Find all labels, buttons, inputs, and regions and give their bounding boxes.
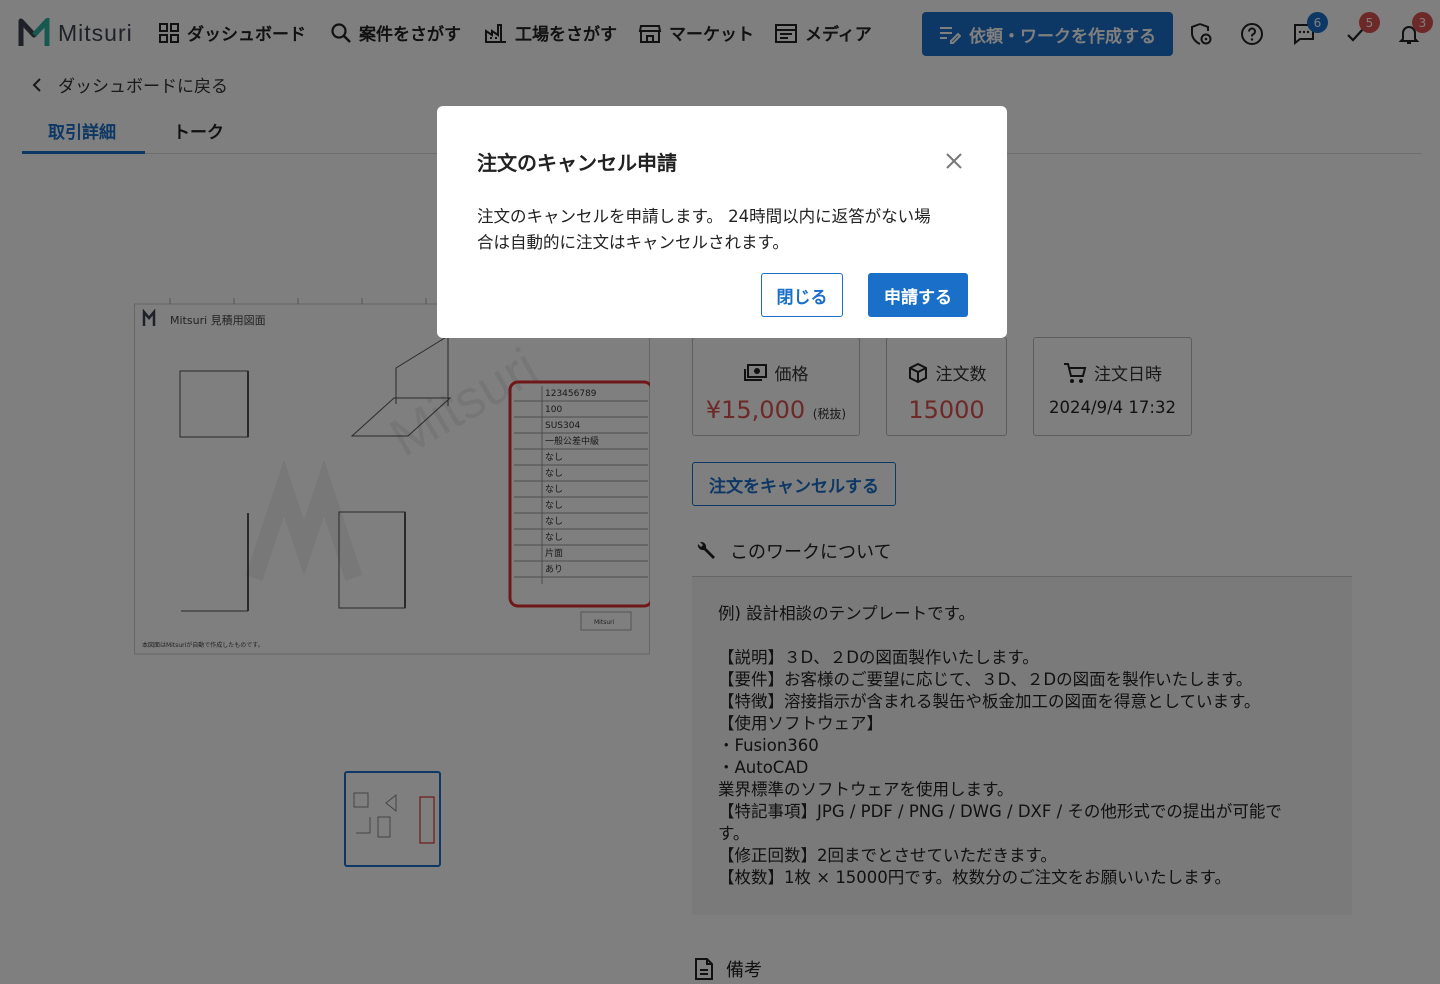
page: Mitsuri ダッシュボード 案件をさがす 工場をさがす マーケット メディア… (0, 0, 1440, 984)
dialog-cancel-button[interactable]: 閉じる (761, 273, 843, 317)
dialog-title: 注文のキャンセル申請 (477, 151, 677, 175)
dialog-submit-button[interactable]: 申請する (868, 273, 968, 317)
cancel-request-dialog: 注文のキャンセル申請 注文のキャンセルを申請します。 24時間以内に返答がない場… (437, 106, 1007, 338)
dialog-message-line-1: 注文のキャンセルを申請します。 24時間以内に返答がない場 (477, 207, 931, 226)
dialog-message-line-2: 合は自動的に注文はキャンセルされます。 (477, 233, 789, 252)
close-icon (946, 153, 962, 169)
dialog-close-button[interactable] (943, 150, 965, 172)
dialog-message: 注文のキャンセルを申請します。 24時間以内に返答がない場 合は自動的に注文はキ… (477, 204, 977, 256)
